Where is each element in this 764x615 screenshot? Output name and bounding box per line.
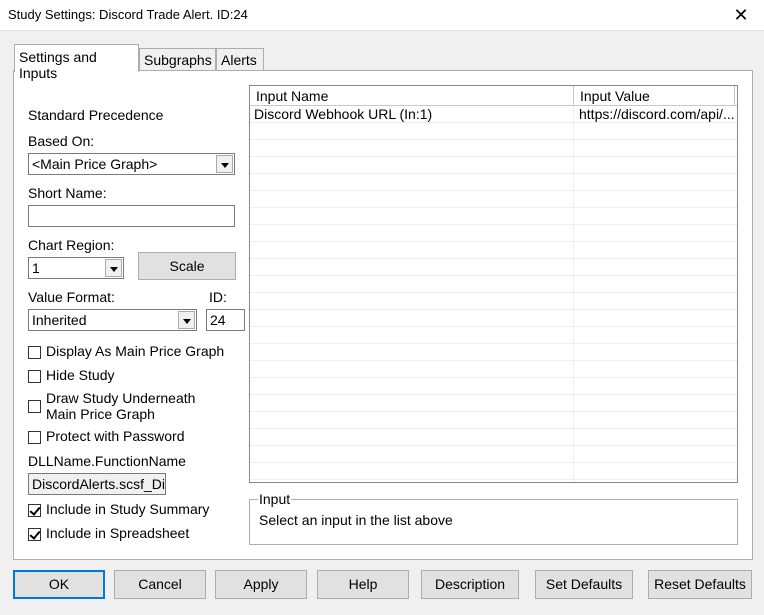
- empty-row: [250, 123, 737, 140]
- input-groupbox: Input Select an input in the list above: [249, 491, 738, 545]
- empty-row: [250, 395, 737, 412]
- chevron-down-icon[interactable]: [105, 259, 122, 277]
- grid-header: Input Name Input Value: [250, 86, 737, 106]
- dll-function-label: DLLName.FunctionName: [28, 453, 186, 469]
- value-format-value: Inherited: [32, 312, 87, 328]
- tab-subgraphs[interactable]: Subgraphs: [139, 48, 216, 71]
- value-format-dropdown[interactable]: Inherited: [28, 309, 197, 331]
- column-header-input-name[interactable]: Input Name: [250, 86, 574, 106]
- column-header-input-value[interactable]: Input Value: [574, 86, 735, 106]
- empty-row: [250, 225, 737, 242]
- grid-rows: Discord Webhook URL (In:1) https://disco…: [250, 106, 737, 482]
- draw-study-underneath-checkbox[interactable]: Draw Study Underneath Main Price Graph: [28, 390, 228, 424]
- empty-row: [250, 463, 737, 480]
- chart-region-dropdown[interactable]: 1: [28, 257, 124, 279]
- empty-row: [250, 310, 737, 327]
- dll-function-field: DiscordAlerts.scsf_Dis: [28, 473, 166, 495]
- empty-row: [250, 208, 737, 225]
- empty-row: [250, 174, 737, 191]
- empty-row: [250, 327, 737, 344]
- tab-settings-and-inputs[interactable]: Settings and Inputs: [14, 44, 139, 81]
- set-defaults-button[interactable]: Set Defaults: [535, 570, 633, 599]
- chevron-down-icon[interactable]: [178, 311, 195, 329]
- checkbox-label: Draw Study Underneath: [46, 390, 196, 406]
- checkbox-box[interactable]: [28, 504, 41, 517]
- empty-row: [250, 242, 737, 259]
- empty-row: [250, 276, 737, 293]
- value-format-label: Value Format:: [28, 289, 115, 305]
- inputs-grid[interactable]: Input Name Input Value Discord Webhook U…: [249, 85, 738, 483]
- title-bar: Study Settings: Discord Trade Alert. ID:…: [0, 0, 764, 31]
- ok-button[interactable]: OK: [13, 570, 105, 599]
- checkbox-label: Hide Study: [46, 367, 115, 383]
- checkbox-box[interactable]: [28, 346, 41, 359]
- empty-row: [250, 429, 737, 446]
- checkbox-label: Include in Spreadsheet: [46, 525, 190, 541]
- short-name-input[interactable]: [28, 205, 235, 227]
- input-value-cell: https://discord.com/api/...: [579, 106, 735, 122]
- checkbox-label: Protect with Password: [46, 428, 185, 444]
- checkbox-box[interactable]: [28, 400, 41, 413]
- checkbox-label-line2: Main Price Graph: [46, 406, 155, 422]
- checkbox-label: Display As Main Price Graph: [46, 343, 225, 359]
- display-as-main-price-graph-checkbox[interactable]: Display As Main Price Graph: [28, 343, 228, 361]
- short-name-label: Short Name:: [28, 185, 107, 201]
- description-button[interactable]: Description: [421, 570, 519, 599]
- scale-button[interactable]: Scale: [138, 252, 236, 280]
- checkbox-box[interactable]: [28, 431, 41, 444]
- help-button[interactable]: Help: [317, 570, 409, 599]
- reset-defaults-button[interactable]: Reset Defaults: [648, 570, 752, 599]
- chevron-down-icon[interactable]: [216, 155, 233, 173]
- id-label: ID:: [209, 289, 227, 305]
- table-row[interactable]: Discord Webhook URL (In:1) https://disco…: [250, 106, 737, 123]
- based-on-dropdown[interactable]: <Main Price Graph>: [28, 153, 235, 175]
- empty-row: [250, 446, 737, 463]
- empty-row: [250, 361, 737, 378]
- include-in-study-summary-checkbox[interactable]: Include in Study Summary: [28, 501, 228, 519]
- checkbox-box[interactable]: [28, 528, 41, 541]
- checkbox-label: Include in Study Summary: [46, 501, 210, 517]
- checkbox-box[interactable]: [28, 370, 41, 383]
- window-title: Study Settings: Discord Trade Alert. ID:…: [8, 7, 248, 22]
- chart-region-label: Chart Region:: [28, 237, 115, 253]
- tab-alerts[interactable]: Alerts: [216, 48, 264, 71]
- close-icon[interactable]: ✕: [718, 0, 764, 31]
- input-name-cell: Discord Webhook URL (In:1): [254, 106, 433, 122]
- chart-region-value: 1: [32, 260, 40, 276]
- standard-precedence-label: Standard Precedence: [28, 107, 164, 123]
- empty-row: [250, 191, 737, 208]
- based-on-label: Based On:: [28, 133, 95, 149]
- empty-row: [250, 378, 737, 395]
- empty-row: [250, 293, 737, 310]
- cancel-button[interactable]: Cancel: [114, 570, 206, 599]
- apply-button[interactable]: Apply: [215, 570, 307, 599]
- input-group-text: Select an input in the list above: [259, 512, 453, 528]
- hide-study-checkbox[interactable]: Hide Study: [28, 367, 228, 385]
- settings-panel: Standard Precedence Based On: <Main Pric…: [13, 70, 753, 560]
- include-in-spreadsheet-checkbox[interactable]: Include in Spreadsheet: [28, 525, 228, 543]
- empty-row: [250, 157, 737, 174]
- empty-row: [250, 259, 737, 276]
- empty-row: [250, 140, 737, 157]
- input-group-title: Input: [258, 491, 292, 507]
- empty-row: [250, 412, 737, 429]
- based-on-value: <Main Price Graph>: [32, 156, 158, 172]
- protect-with-password-checkbox[interactable]: Protect with Password: [28, 428, 228, 446]
- id-input[interactable]: 24: [206, 309, 245, 331]
- empty-row: [250, 344, 737, 361]
